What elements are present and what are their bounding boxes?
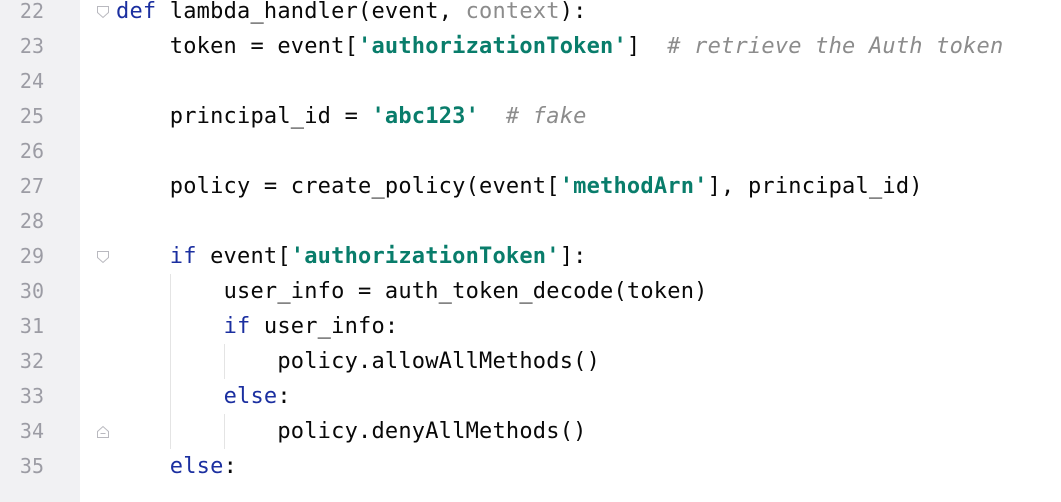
line-number: 32	[19, 349, 44, 373]
code-text[interactable]: principal_id = 'abc123' # fake	[116, 99, 587, 134]
line-number: 28	[19, 209, 44, 233]
comment-token: # retrieve the Auth token	[667, 34, 1004, 59]
keyword-token: else	[223, 384, 278, 409]
code-text[interactable]: def lambda_handler(event, context):	[116, 0, 587, 29]
line-number: 22	[19, 0, 44, 23]
string-token: 'abc123'	[371, 104, 480, 129]
code-editor[interactable]: 22 def lambda_handler(event, context): 23 …	[0, 0, 1061, 484]
line-number: 29	[19, 244, 44, 268]
code-line[interactable]: 26	[0, 134, 1061, 169]
code-token: user_info:	[250, 314, 399, 339]
comment-token: # fake	[505, 104, 587, 129]
code-line[interactable]: 29 if event['authorizationToken']:	[0, 239, 1061, 274]
line-number: 23	[19, 34, 44, 58]
keyword-token: else	[169, 454, 224, 479]
code-token: user_info = auth_token_decode(token)	[223, 279, 708, 304]
code-line[interactable]: 25 principal_id = 'abc123' # fake	[0, 99, 1061, 134]
code-token: :	[277, 384, 291, 409]
code-token: policy = create_policy(event[	[169, 174, 560, 199]
line-number: 30	[19, 279, 44, 303]
code-line[interactable]: 33 else:	[0, 379, 1061, 414]
code-token: principal_id =	[169, 104, 372, 129]
code-token: ):	[559, 0, 587, 24]
line-number: 33	[19, 384, 44, 408]
code-text[interactable]: else:	[116, 379, 291, 414]
line-number: 34	[19, 419, 44, 443]
keyword-token: if	[223, 314, 251, 339]
code-text[interactable]: if user_info:	[116, 309, 399, 344]
indent-guide	[224, 414, 225, 449]
code-text[interactable]: if event['authorizationToken']:	[116, 239, 587, 274]
code-line[interactable]: 30 user_info = auth_token_decode(token)	[0, 274, 1061, 309]
code-text[interactable]: policy.allowAllMethods()	[116, 344, 600, 379]
code-token: token = event[	[169, 34, 359, 59]
fold-open-icon[interactable]	[96, 5, 110, 19]
code-line[interactable]: 27 policy = create_policy(event['methodA…	[0, 169, 1061, 204]
code-line[interactable]: 31 if user_info:	[0, 309, 1061, 344]
code-text[interactable]: policy.denyAllMethods()	[116, 414, 587, 449]
code-line[interactable]: 28	[0, 204, 1061, 239]
keyword-token: if	[169, 244, 197, 269]
code-line[interactable]: 32 policy.allowAllMethods()	[0, 344, 1061, 379]
code-token: event[	[196, 244, 291, 269]
string-token: 'authorizationToken'	[358, 34, 627, 59]
line-number: 24	[19, 69, 44, 93]
line-number: 25	[19, 104, 44, 128]
line-number: 31	[19, 314, 44, 338]
code-token: policy.allowAllMethods()	[277, 349, 601, 374]
code-text[interactable]: policy = create_policy(event['methodArn'…	[116, 169, 923, 204]
code-token: :	[223, 454, 238, 479]
code-token: policy.denyAllMethods()	[277, 419, 587, 444]
indent-guide	[170, 274, 171, 449]
string-token: 'methodArn'	[559, 174, 708, 199]
code-text[interactable]: user_info = auth_token_decode(token)	[116, 274, 708, 309]
code-token: ]	[626, 34, 668, 59]
parameter-token: context	[465, 0, 560, 24]
code-token: ], principal_id)	[707, 174, 923, 199]
fold-open-icon[interactable]	[96, 250, 110, 264]
code-line[interactable]: 22 def lambda_handler(event, context):	[0, 0, 1061, 29]
line-number: 27	[19, 174, 44, 198]
fold-end-icon[interactable]	[96, 425, 110, 439]
string-token: 'authorizationToken'	[290, 244, 560, 269]
code-line[interactable]: 34 policy.denyAllMethods()	[0, 414, 1061, 449]
indent-guide	[224, 344, 225, 379]
keyword-token: def	[116, 0, 157, 24]
code-text[interactable]: else:	[116, 449, 237, 484]
code-token: ]:	[559, 244, 587, 269]
code-token: lambda_handler(event,	[156, 0, 466, 24]
code-line[interactable]: 35 else:	[0, 449, 1061, 484]
line-number: 26	[19, 139, 44, 163]
code-line[interactable]: 23 token = event['authorizationToken'] #…	[0, 29, 1061, 64]
code-line[interactable]: 24	[0, 64, 1061, 99]
line-number: 35	[19, 454, 44, 478]
code-text[interactable]: token = event['authorizationToken'] # re…	[116, 29, 1003, 64]
